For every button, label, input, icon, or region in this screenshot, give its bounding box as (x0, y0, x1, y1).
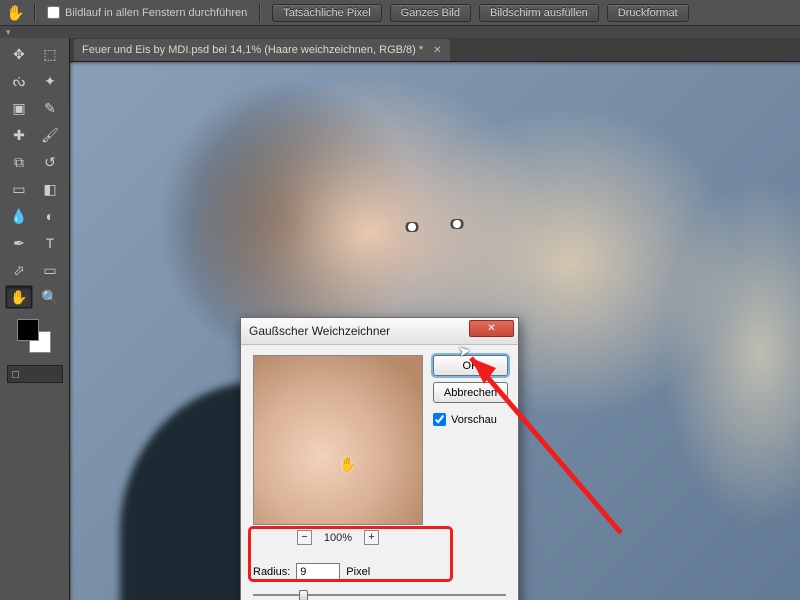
tool-stamp[interactable]: ⧉ (5, 150, 33, 174)
print-size-button[interactable]: Druckformat (607, 4, 689, 22)
preview-label: Vorschau (451, 414, 497, 426)
preview-checkbox[interactable]: Vorschau (433, 413, 508, 426)
scroll-all-checkbox-input[interactable] (47, 6, 60, 19)
tool-eyedropper[interactable]: ✎ (36, 96, 64, 120)
close-icon[interactable]: ✕ (433, 45, 441, 56)
toolbox: ✥⬚ᔔ✦▣✎✚🖌⧉↺▭◧💧◐✒T⬀▭✋🔍 ◻ (0, 38, 70, 600)
tool-wand[interactable]: ✦ (36, 69, 64, 93)
tool-lasso[interactable]: ᔔ (5, 69, 33, 93)
tool-crop[interactable]: ▣ (5, 96, 33, 120)
quick-mask-toggle[interactable]: ◻ (7, 365, 63, 383)
tool-brush[interactable]: 🖌 (36, 123, 64, 147)
dialog-title: Gaußscher Weichzeichner (249, 324, 390, 338)
separator (34, 4, 35, 22)
dialog-preview-column: ✋ − 100% + (253, 355, 423, 545)
dialog-titlebar[interactable]: Gaußscher Weichzeichner ✕ (241, 318, 518, 345)
radius-label: Radius: (253, 566, 290, 578)
zoom-out-button[interactable]: − (297, 530, 312, 545)
tool-shape[interactable]: ▭ (36, 258, 64, 282)
gaussian-blur-dialog: Gaußscher Weichzeichner ✕ ✋ − 100% (240, 317, 519, 600)
chevron-down-icon[interactable]: ▾ (6, 27, 11, 38)
canvas-viewport[interactable]: Gaußscher Weichzeichner ✕ ✋ − 100% (70, 62, 800, 600)
radius-input[interactable] (296, 563, 340, 580)
tool-marquee[interactable]: ⬚ (36, 42, 64, 66)
scroll-all-windows-checkbox[interactable]: Bildlauf in allen Fenstern durchführen (47, 6, 247, 19)
tool-move[interactable]: ✥ (5, 42, 33, 66)
tool-zoom[interactable]: 🔍 (36, 285, 64, 309)
preview-checkbox-input[interactable] (433, 413, 446, 426)
tool-heal[interactable]: ✚ (5, 123, 33, 147)
tool-type[interactable]: T (36, 231, 64, 255)
tool-hand[interactable]: ✋ (5, 285, 33, 309)
document-tab-bar: Feuer und Eis by MDI.psd bei 14,1% (Haar… (70, 38, 800, 62)
hand-tool-icon: ✋ (6, 4, 22, 22)
cancel-button[interactable]: Abbrechen (433, 382, 508, 403)
zoom-controls: − 100% + (253, 530, 423, 545)
document-area: Feuer und Eis by MDI.psd bei 14,1% (Haar… (70, 38, 800, 600)
tool-blur[interactable]: 💧 (5, 204, 33, 228)
tool-path[interactable]: ⬀ (5, 258, 33, 282)
zoom-level: 100% (324, 532, 352, 544)
foreground-color-swatch[interactable] (17, 319, 39, 341)
tool-gradient[interactable]: ◧ (36, 177, 64, 201)
tool-history[interactable]: ↺ (36, 150, 64, 174)
tool-eraser[interactable]: ▭ (5, 177, 33, 201)
document-tab[interactable]: Feuer und Eis by MDI.psd bei 14,1% (Haar… (74, 39, 450, 61)
actual-pixels-button[interactable]: Tatsächliche Pixel (272, 4, 381, 22)
options-subbar: ▾ (0, 26, 800, 38)
cursor-arrow-icon: ➤ (457, 341, 473, 361)
tool-pen[interactable]: ✒ (5, 231, 33, 255)
slider-thumb[interactable] (299, 590, 308, 600)
options-bar: ✋ Bildlauf in allen Fenstern durchführen… (0, 0, 800, 26)
radius-slider[interactable] (253, 588, 506, 600)
document-tab-title: Feuer und Eis by MDI.psd bei 14,1% (Haar… (82, 44, 423, 56)
separator (259, 4, 260, 22)
photoshop-window: ✋ Bildlauf in allen Fenstern durchführen… (0, 0, 800, 600)
dialog-footer: Radius: Pixel (241, 557, 518, 600)
radius-unit: Pixel (346, 566, 370, 578)
radius-row: Radius: Pixel (253, 563, 506, 580)
tool-dodge[interactable]: ◐ (36, 204, 64, 228)
dialog-button-column: OK Abbrechen Vorschau (433, 355, 508, 545)
scroll-all-label: Bildlauf in allen Fenstern durchführen (65, 7, 247, 19)
color-swatches[interactable] (15, 317, 55, 357)
dialog-close-button[interactable]: ✕ (469, 320, 514, 337)
fill-screen-button[interactable]: Bildschirm ausfüllen (479, 4, 599, 22)
main-row: ✥⬚ᔔ✦▣✎✚🖌⧉↺▭◧💧◐✒T⬀▭✋🔍 ◻ Feuer und Eis by … (0, 38, 800, 600)
blur-preview[interactable]: ✋ (253, 355, 423, 525)
hand-cursor-icon: ✋ (339, 456, 356, 473)
zoom-in-button[interactable]: + (364, 530, 379, 545)
fit-screen-button[interactable]: Ganzes Bild (390, 4, 471, 22)
